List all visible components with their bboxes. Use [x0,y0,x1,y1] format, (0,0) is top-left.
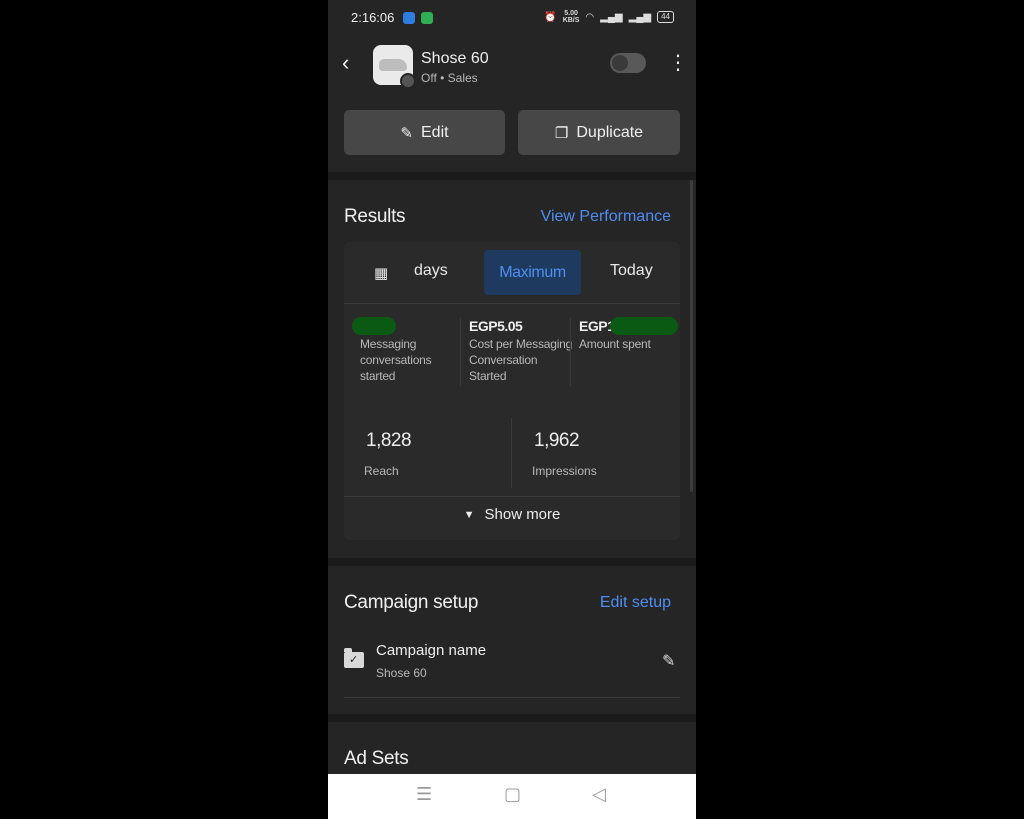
divider [460,318,461,386]
results-card: ▦ days Maximum Today Messaging conversat… [344,242,680,540]
range-maximum[interactable]: Maximum [484,250,581,295]
reach-value: 1,828 [366,430,412,451]
ad-sets-section: Ad Sets [328,722,696,782]
status-time: 2:16:06 [351,10,395,25]
reach-label: Reach [364,464,399,478]
campaign-title: Shose 60 [421,50,489,67]
wifi-icon: ◠ [585,11,595,23]
campaign-header: ‹ Shose 60 Off • Sales ⋮ ✎ Edit ❐ Duplic… [328,36,696,172]
alarm-icon: ⏰ [544,11,557,23]
edit-setup-link[interactable]: Edit setup [600,594,671,612]
shield-notification-icon [421,12,433,24]
calendar-icon[interactable]: ▦ [374,264,388,282]
network-speed: 5.00 KB/S [562,10,580,24]
signal-icon: ▂▄▆ [600,11,623,23]
system-nav-bar: ☰ ▢ ◁ [328,774,696,819]
results-title: Results [344,206,406,227]
divider [344,303,680,304]
duplicate-button[interactable]: ❐ Duplicate [518,110,680,155]
copy-icon: ❐ [554,124,569,142]
edit-button[interactable]: ✎ Edit [344,110,505,155]
range-days[interactable]: days [414,262,448,280]
divider [344,697,680,698]
status-dot [400,73,416,89]
signal-icon-2: ▂▄▆ [628,11,652,23]
back-triangle-icon[interactable]: ◁ [592,784,606,805]
app-notification-icon [403,12,415,24]
pencil-icon: ✎ [400,124,413,142]
range-today[interactable]: Today [610,262,653,280]
more-icon[interactable]: ⋮ [668,52,688,74]
view-performance-link[interactable]: View Performance [541,208,671,226]
phone-screen: 2:16:06 ⏰ 5.00 KB/S ◠ ▂▄▆ ▂▄▆ 44 ‹ Shose … [328,0,696,819]
scrollbar[interactable] [690,180,693,492]
results-section: Results View Performance ▦ days Maximum … [328,180,696,558]
campaign-toggle[interactable] [610,53,646,73]
divider [511,418,512,488]
battery-icon: 44 [657,11,674,23]
divider [570,318,571,386]
divider [344,496,680,497]
campaign-name-value: Shose 60 [376,666,427,680]
metric-label: Amount spent [579,337,651,351]
campaign-setup-title: Campaign setup [344,592,479,613]
impressions-value: 1,962 [534,430,580,451]
back-icon[interactable]: ‹ [342,52,360,74]
chevron-down-icon: ▼ [463,509,475,521]
status-icons: ⏰ 5.00 KB/S ◠ ▂▄▆ ▂▄▆ 44 [544,10,674,24]
redacted-value [610,317,678,335]
impressions-label: Impressions [532,464,597,478]
campaign-name-label: Campaign name [376,642,487,659]
pencil-icon[interactable]: ✎ [662,651,675,671]
menu-icon[interactable]: ☰ [416,784,432,805]
metric-label: Messaging conversations started [360,337,432,383]
campaign-subtitle: Off • Sales [421,71,478,85]
metric-value: EGP5.05 [469,318,523,334]
campaign-setup-section: Campaign setup Edit setup ✓ Campaign nam… [328,566,696,714]
show-more-button[interactable]: ▼ Show more [344,506,680,523]
home-icon[interactable]: ▢ [504,784,521,805]
status-bar: 2:16:06 ⏰ 5.00 KB/S ◠ ▂▄▆ ▂▄▆ 44 [328,0,696,36]
redacted-value [352,317,396,335]
metric-label: Cost per Messaging Conversation Started [469,337,573,383]
ad-sets-title: Ad Sets [344,748,409,769]
folder-check-icon: ✓ [344,648,364,668]
